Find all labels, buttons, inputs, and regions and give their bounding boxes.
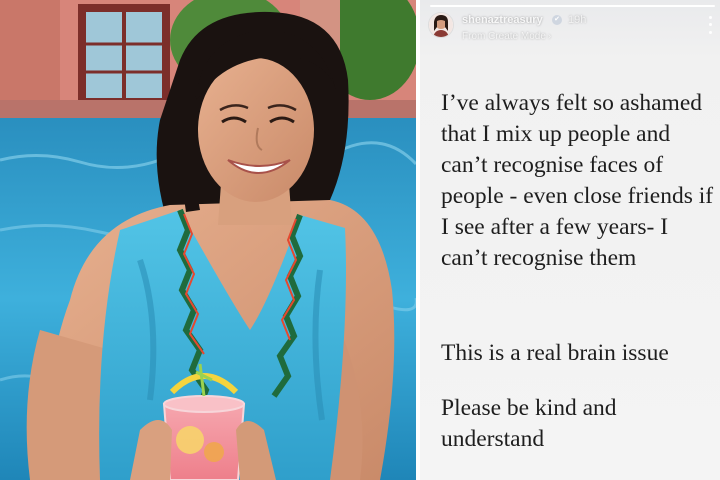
story-paragraph: I’ve always felt so ashamed that I mix u…: [441, 90, 714, 271]
story-username[interactable]: shenaztreasury: [462, 14, 543, 26]
more-options-icon[interactable]: [706, 14, 714, 36]
story-paragraph: This is a real brain issue: [441, 340, 669, 366]
instagram-story: shenaztreasury ✔ 19h From Create Mode › I…: [420, 0, 720, 480]
image-collage: shenaztreasury ✔ 19h From Create Mode › I…: [0, 0, 720, 480]
story-timestamp: 19h: [568, 14, 587, 26]
verified-badge-icon: ✔: [552, 15, 562, 25]
pool-photo: [0, 0, 416, 480]
story-subtitle-link[interactable]: From Create Mode ›: [462, 31, 551, 42]
story-text: I’ve always felt so ashamed that I mix u…: [441, 88, 716, 455]
chevron-right-icon: ›: [547, 31, 552, 42]
progress-segment: [430, 5, 715, 7]
story-progress-bars: [430, 5, 715, 7]
story-header: shenaztreasury ✔ 19h From Create Mode ›: [428, 12, 718, 46]
story-subtitle: From Create Mode: [462, 31, 546, 42]
profile-avatar[interactable]: [428, 12, 454, 38]
story-paragraph: Please be kind and understand: [441, 395, 617, 452]
